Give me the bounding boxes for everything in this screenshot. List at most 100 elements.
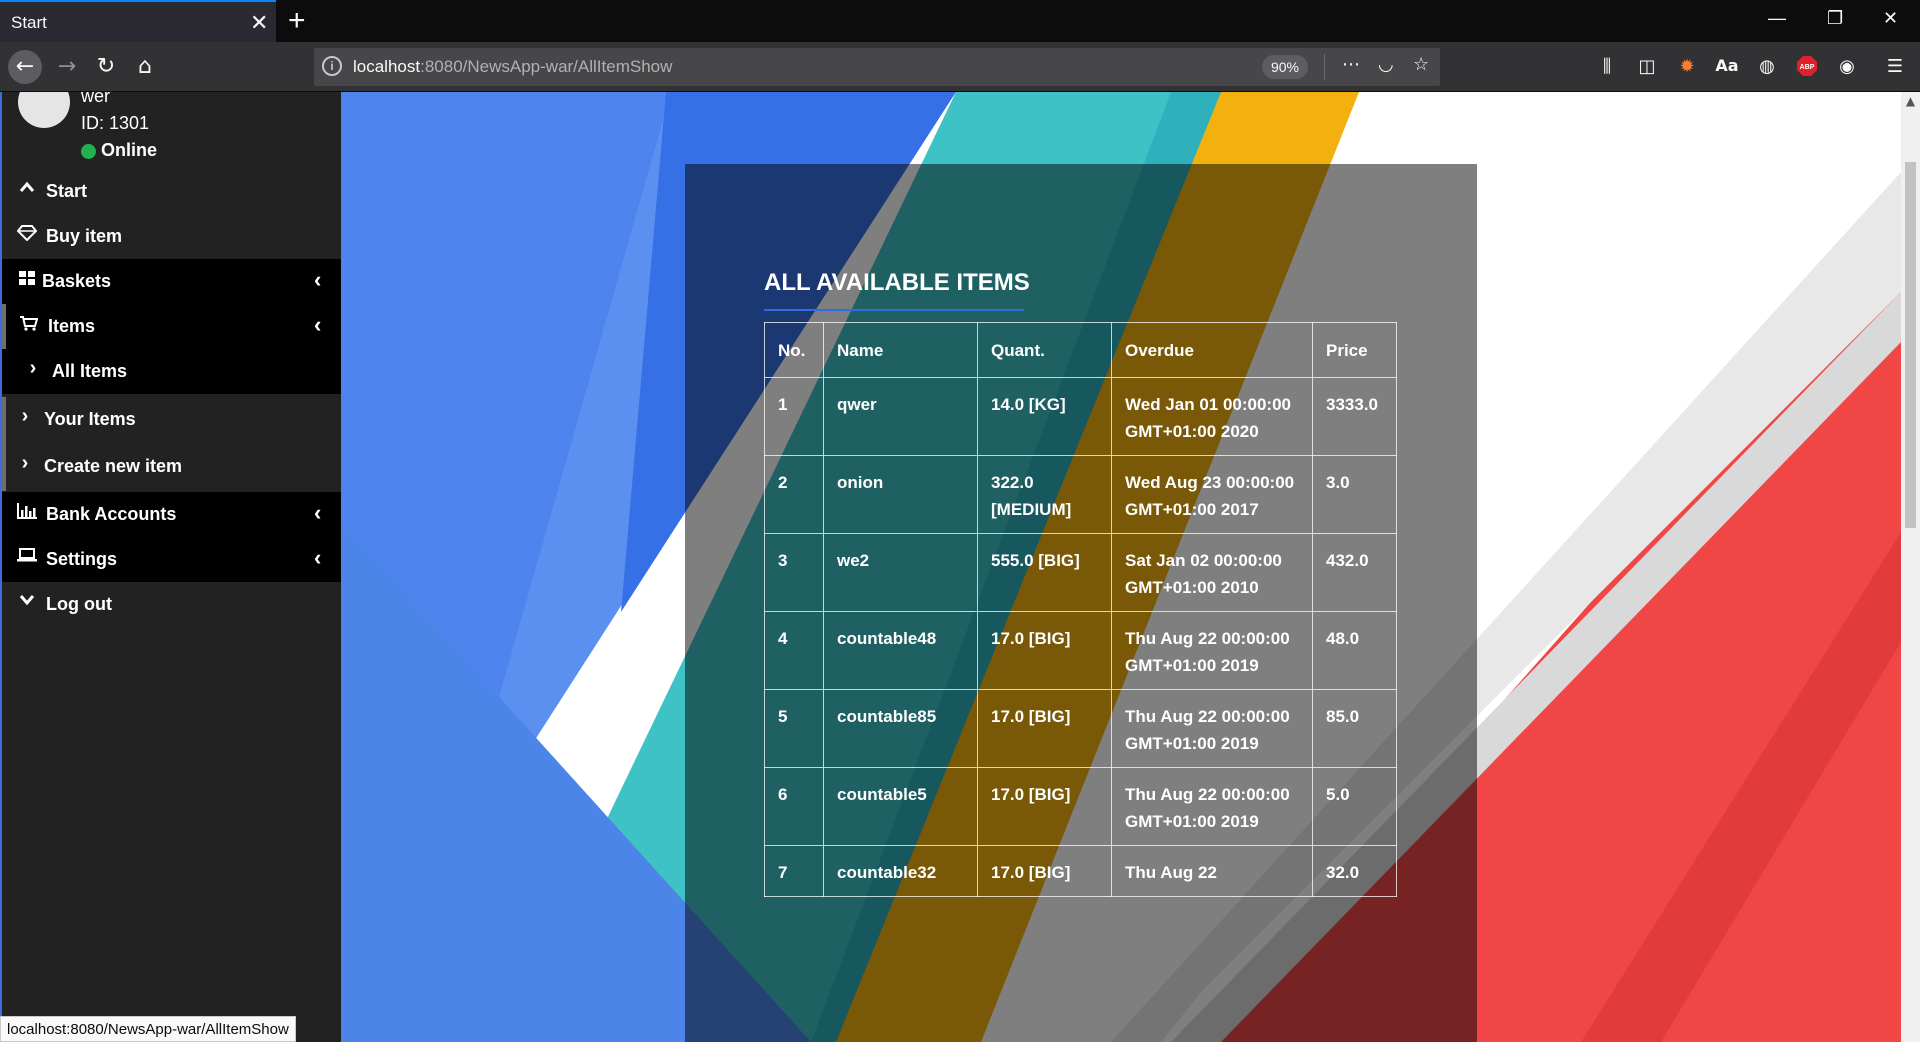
reader-font-icon[interactable]: Aa	[1714, 56, 1740, 75]
cell-name: we2	[823, 533, 978, 612]
items-table: No. Name Quant. Overdue Price 1 qwer 14.…	[764, 322, 1397, 897]
cell-name: countable32	[823, 845, 978, 897]
cell-price: 3.0	[1312, 455, 1397, 534]
items-panel: ALL AVAILABLE ITEMS No. Name Quant. Over…	[685, 164, 1477, 1042]
scrollbar-thumb[interactable]	[1905, 162, 1916, 528]
user-id: ID: 1301	[81, 113, 150, 133]
sidebar-item-all-items[interactable]: › All Items	[2, 349, 341, 394]
user-name: wer	[81, 92, 111, 106]
table-header-row: No. Name Quant. Overdue Price	[764, 322, 1397, 378]
sidebar-item-label: Your Items	[44, 409, 136, 429]
sidebar-item-buy-item[interactable]: Buy item	[2, 214, 341, 259]
cell-name: countable5	[823, 767, 978, 846]
cell-quant: 17.0 [BIG]	[977, 845, 1112, 897]
svg-text:ABP: ABP	[1800, 64, 1815, 71]
close-tab-icon[interactable]: ✕	[250, 10, 268, 36]
site-info-icon[interactable]: i	[322, 56, 342, 76]
cell-quant: 555.0 [BIG]	[977, 533, 1112, 612]
cell-no: 4	[764, 611, 824, 690]
column-header-quant: Quant.	[977, 322, 1112, 378]
chevron-up-icon	[16, 180, 38, 198]
minimize-window-button[interactable]: —	[1768, 8, 1786, 29]
close-window-button[interactable]: ✕	[1883, 8, 1898, 29]
cell-overdue: Sat Jan 02 00:00:00 GMT+01:00 2010	[1111, 533, 1313, 612]
sidebar-item-label: Bank Accounts	[46, 504, 177, 524]
sidebar-item-bank-accounts[interactable]: Bank Accounts ‹	[2, 492, 341, 537]
account-icon[interactable]: ◉	[1834, 56, 1860, 77]
restore-window-button[interactable]: ❐	[1827, 8, 1843, 29]
adblock-icon[interactable]: ABP	[1794, 56, 1820, 81]
bookmark-star-icon[interactable]: ☆	[1413, 54, 1429, 75]
table-row: 6 countable5 17.0 [BIG] Thu Aug 22 00:00…	[764, 767, 1397, 846]
browser-tab[interactable]: Start ✕	[0, 0, 276, 42]
cell-overdue: Thu Aug 22 00:00:00 GMT+01:00 2019	[1111, 689, 1313, 768]
table-row: 1 qwer 14.0 [KG] Wed Jan 01 00:00:00 GMT…	[764, 377, 1397, 456]
cell-quant: 17.0 [BIG]	[977, 611, 1112, 690]
cell-name: qwer	[823, 377, 978, 456]
pocket-icon[interactable]: ◡	[1378, 54, 1394, 75]
sidebar-item-label: Log out	[46, 594, 112, 614]
chevron-left-icon: ‹	[314, 500, 322, 525]
cell-no: 2	[764, 455, 824, 534]
sidebar: wer ID: 1301 Online Start Buy item Baske…	[0, 92, 341, 1042]
url-text[interactable]: localhost:8080/NewsApp-war/AllItemShow	[353, 57, 672, 77]
reload-button[interactable]: ↻	[89, 50, 123, 84]
browser-toolbar: ← → ↻ ⌂ i localhost:8080/NewsApp-war/All…	[0, 42, 1920, 92]
column-header-overdue: Overdue	[1111, 322, 1313, 378]
url-host: localhost	[353, 57, 421, 76]
forward-button[interactable]: →	[50, 50, 84, 84]
grid-icon	[16, 270, 38, 291]
sidebar-item-items[interactable]: Items ‹	[2, 304, 341, 349]
sidebar-item-label: All Items	[52, 361, 128, 381]
browser-tab-strip: Start ✕ + — ❐ ✕	[0, 0, 1920, 42]
sidebar-item-create-new-item[interactable]: › Create new item	[2, 444, 341, 491]
cell-price: 85.0	[1312, 689, 1397, 768]
zoom-level-button[interactable]: 90%	[1262, 55, 1308, 79]
chevron-right-icon: ›	[29, 357, 37, 379]
sidebar-item-label: Start	[46, 181, 88, 201]
url-bar-divider	[1324, 54, 1325, 80]
cell-price: 432.0	[1312, 533, 1397, 612]
sidebar-item-label: Buy item	[46, 226, 123, 246]
table-row: 5 countable85 17.0 [BIG] Thu Aug 22 00:0…	[764, 689, 1397, 768]
back-button[interactable]: ←	[8, 50, 42, 84]
cell-name: onion	[823, 455, 978, 534]
globe-icon[interactable]: ◍	[1754, 56, 1780, 77]
cell-overdue: Wed Jan 01 00:00:00 GMT+01:00 2020	[1111, 377, 1313, 456]
user-status: Online	[101, 140, 158, 160]
menu-hamburger-icon[interactable]: ☰	[1882, 56, 1908, 77]
sidebar-item-label: Settings	[46, 549, 118, 569]
title-underline	[764, 309, 1024, 311]
tab-title: Start	[11, 13, 47, 32]
cell-overdue: Wed Aug 23 00:00:00 GMT+01:00 2017	[1111, 455, 1313, 534]
sidebar-item-baskets[interactable]: Baskets ‹	[2, 259, 341, 304]
cell-overdue: Thu Aug 22 00:00:00 GMT+01:00 2019	[1111, 611, 1313, 690]
sidebar-item-log-out[interactable]: Log out	[2, 582, 341, 627]
address-bar[interactable]: i localhost:8080/NewsApp-war/AllItemShow…	[314, 48, 1440, 86]
home-button[interactable]: ⌂	[128, 50, 162, 84]
new-tab-button[interactable]: +	[288, 4, 306, 38]
main-content: ALL AVAILABLE ITEMS No. Name Quant. Over…	[341, 92, 1901, 1042]
column-header-name: Name	[823, 322, 978, 378]
scroll-up-arrow-icon[interactable]: ▲	[1901, 94, 1920, 108]
page-actions-icon[interactable]: ⋯	[1342, 54, 1360, 75]
library-icon[interactable]: ⫼	[1594, 56, 1620, 77]
cell-overdue: Thu Aug 22	[1111, 845, 1313, 897]
sidebar-item-start[interactable]: Start	[2, 169, 341, 214]
page-scrollbar[interactable]: ▲	[1901, 92, 1920, 1042]
sidebar-item-your-items[interactable]: › Your Items	[2, 397, 341, 444]
cell-no: 7	[764, 845, 824, 897]
cell-overdue: Thu Aug 22 00:00:00 GMT+01:00 2019	[1111, 767, 1313, 846]
chevron-right-icon: ›	[21, 405, 29, 427]
sidebar-item-settings[interactable]: Settings ‹	[2, 537, 341, 582]
extension-sun-icon[interactable]: ✹	[1674, 56, 1700, 77]
chevron-down-icon	[16, 593, 38, 611]
chevron-left-icon: ‹	[314, 312, 322, 337]
cell-no: 1	[764, 377, 824, 456]
laptop-icon	[16, 548, 38, 567]
sidebar-toggle-icon[interactable]: ◫	[1634, 56, 1660, 77]
cell-no: 3	[764, 533, 824, 612]
cell-name: countable85	[823, 689, 978, 768]
link-status-tooltip: localhost:8080/NewsApp-war/AllItemShow	[0, 1016, 296, 1042]
chevron-left-icon: ‹	[314, 545, 322, 570]
